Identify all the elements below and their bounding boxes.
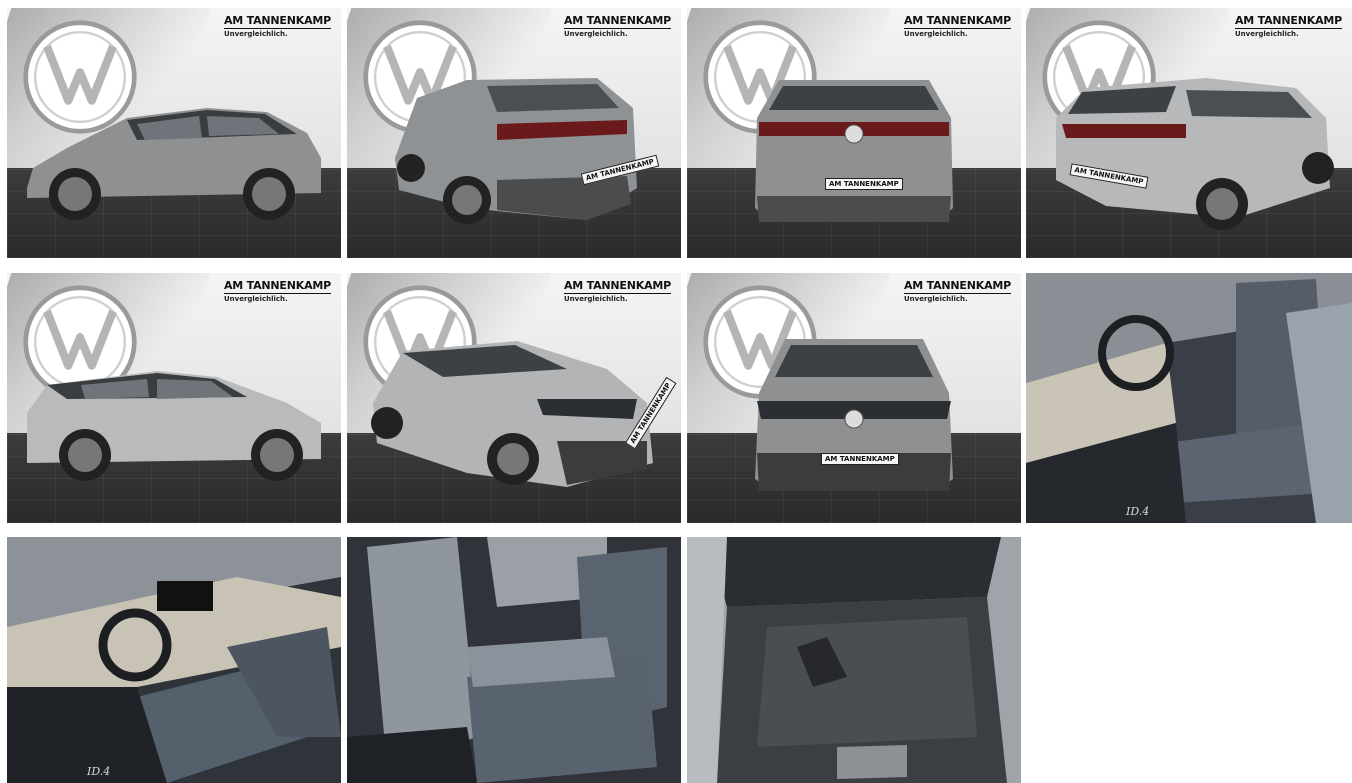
gallery-image-rear-right-three-quarter[interactable]: AM TANNENKAMP Unvergleichlich. AM TANNEN… [1026,8,1352,258]
gallery-image-rear-left-three-quarter[interactable]: AM TANNENKAMP Unvergleichlich. AM TANNEN… [347,8,681,258]
car-rear-view [755,80,953,222]
car-rear-three-quarter-view [395,78,637,224]
gallery-image-front-right-three-quarter[interactable]: AM TANNENKAMP Unvergleichlich. AM TANNEN… [347,273,681,523]
image-gallery: AM TANNENKAMP Unvergleichlich. AM TANNEN… [0,0,1352,783]
car-front-three-quarter-view [371,341,653,487]
interior-rear-seats-photo [347,537,681,783]
interior-dashboard-photo [7,537,341,783]
gallery-image-front[interactable]: AM TANNENKAMP Unvergleichlich. AM TANNEN… [687,273,1021,523]
car-side-view [27,108,321,220]
car-side-view [27,371,321,481]
trunk-photo [687,537,1021,783]
gallery-image-side-right[interactable]: AM TANNENKAMP Unvergleichlich. [7,273,341,523]
id4-badge: ID.4 [1126,505,1150,518]
id4-badge: ID.4 [87,765,111,778]
car-front-view [755,339,953,491]
gallery-image-interior-driver-seat[interactable]: ID.4 [1026,273,1352,523]
gallery-image-interior-rear-seats[interactable] [347,537,681,783]
gallery-image-interior-dashboard[interactable]: ID.4 [7,537,341,783]
gallery-image-side-left[interactable]: AM TANNENKAMP Unvergleichlich. [7,8,341,258]
license-plate: AM TANNENKAMP [821,453,899,465]
interior-driver-seat-photo [1026,273,1352,523]
gallery-image-rear[interactable]: AM TANNENKAMP Unvergleichlich. AM TANNEN… [687,8,1021,258]
license-plate: AM TANNENKAMP [825,178,903,190]
gallery-image-trunk[interactable] [687,537,1021,783]
car-rear-three-quarter-view [1056,78,1334,230]
